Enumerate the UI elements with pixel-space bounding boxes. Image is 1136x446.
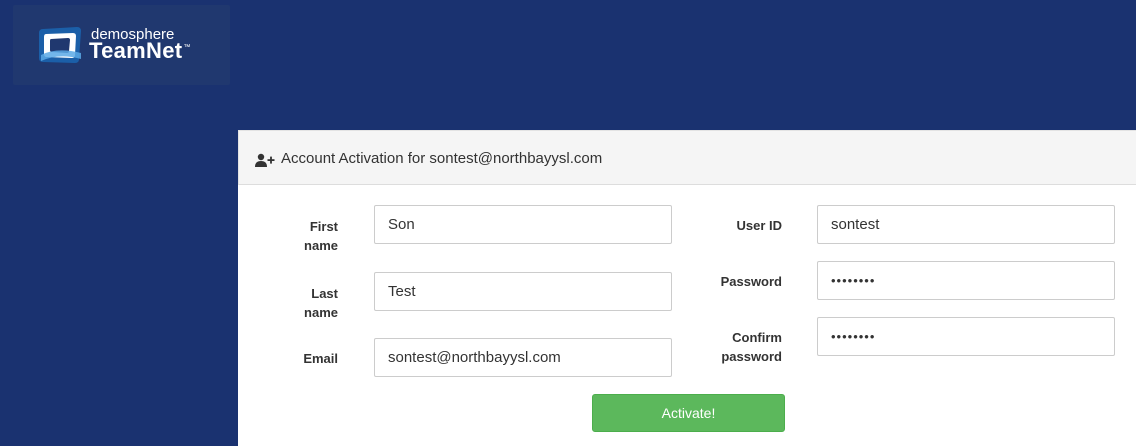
first-name-label: First name bbox=[304, 219, 338, 253]
confirm-password-label: Confirm password bbox=[721, 330, 782, 364]
confirm-password-input[interactable]: •••••••• bbox=[817, 317, 1115, 356]
email-label: Email bbox=[303, 351, 338, 366]
logo-big-text: TeamNet™ bbox=[89, 38, 191, 64]
activation-panel: Account Activation for sontest@northbayy… bbox=[238, 130, 1136, 446]
user-plus-icon bbox=[255, 153, 275, 167]
first-name-input[interactable]: Son bbox=[374, 205, 672, 244]
panel-header: Account Activation for sontest@northbayy… bbox=[238, 130, 1136, 185]
user-id-label: User ID bbox=[736, 218, 782, 233]
demosphere-logo-icon bbox=[39, 27, 81, 63]
password-input[interactable]: •••••••• bbox=[817, 261, 1115, 300]
brand-logo: demosphere TeamNet™ bbox=[13, 5, 230, 85]
logo-teamnet-text: TeamNet bbox=[89, 38, 183, 63]
page-title: Account Activation for sontest@northbayy… bbox=[281, 150, 603, 167]
last-name-label: Last name bbox=[304, 286, 338, 320]
password-label: Password bbox=[720, 274, 782, 289]
activate-button[interactable]: Activate! bbox=[592, 394, 785, 432]
user-id-input[interactable]: sontest bbox=[817, 205, 1115, 244]
last-name-input[interactable]: Test bbox=[374, 272, 672, 311]
email-input[interactable]: sontest@northbayysl.com bbox=[374, 338, 672, 377]
logo-trademark: ™ bbox=[183, 44, 191, 51]
